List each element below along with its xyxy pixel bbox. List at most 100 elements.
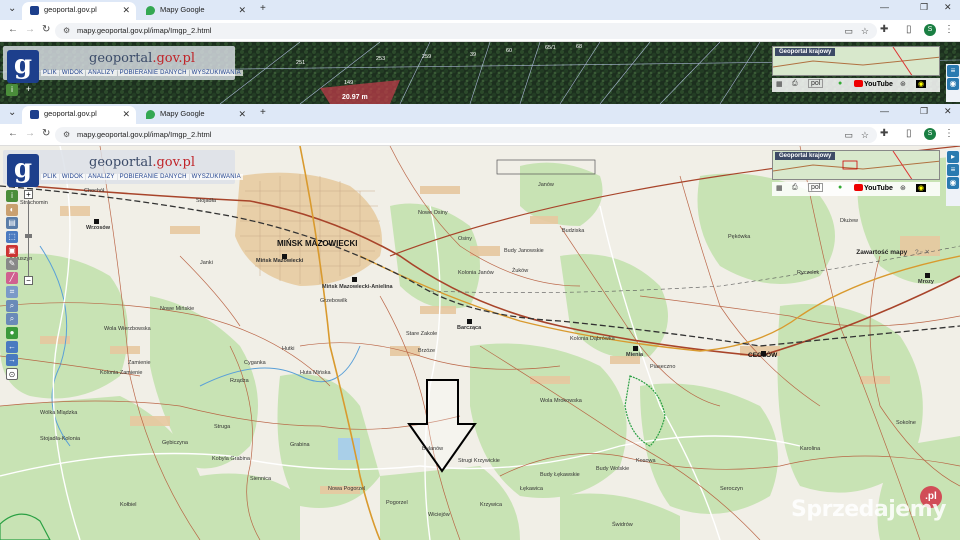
reload-icon[interactable]: ↻ [42, 24, 50, 35]
close-window-icon[interactable]: ✕ [944, 2, 952, 13]
zoom-in-icon[interactable]: + [24, 190, 33, 199]
language-select[interactable]: pol [808, 183, 824, 192]
back-icon[interactable]: ← [8, 128, 18, 139]
menu-plik[interactable]: PLIK [41, 174, 59, 180]
tab-google-maps[interactable]: Mapy Google ✕ [138, 106, 252, 124]
url-field[interactable]: ⚙ mapy.geoportal.gov.pl/imap/Imgp_2.html… [55, 23, 877, 39]
chrome-menu-icon[interactable]: ⋮ [944, 128, 954, 139]
profile-avatar[interactable]: S [924, 128, 936, 140]
ruler-icon[interactable]: ╱ [6, 272, 18, 285]
previous-view-icon[interactable]: ← [6, 340, 18, 353]
new-tab-button[interactable]: + [260, 107, 266, 118]
accessibility-icon[interactable]: ◉ [916, 184, 927, 192]
sidepanel-icon[interactable]: ▯ [906, 24, 912, 35]
site-info-icon[interactable]: ⚙ [63, 127, 70, 143]
close-tab-icon[interactable]: ✕ [238, 2, 246, 18]
tab-geoportal[interactable]: geoportal.gov.pl ✕ [22, 106, 136, 124]
menu-plik[interactable]: PLIK [41, 70, 59, 76]
close-window-icon[interactable]: ✕ [944, 106, 952, 117]
settings-icon[interactable]: ⊛ [900, 80, 906, 88]
accessibility-icon[interactable]: ◉ [916, 80, 927, 88]
grid-icon[interactable]: ▦ [776, 80, 783, 88]
menu-widok[interactable]: WIDOK [59, 70, 86, 76]
chrome-menu-icon[interactable]: ⋮ [944, 24, 954, 35]
place-label: Budziska [562, 228, 585, 234]
site-info-icon[interactable]: ⚙ [63, 23, 70, 39]
zoom-out-area-icon[interactable]: ⌕ [6, 313, 18, 326]
cast-icon[interactable]: ▭ [844, 127, 853, 143]
print-icon[interactable]: ⎙ [792, 184, 798, 192]
print-icon[interactable]: ⎙ [792, 80, 798, 88]
bookmark-star-icon[interactable]: ☆ [861, 127, 869, 143]
map-contents-header[interactable]: Zawartość mapy ? ▫ ✕ [856, 248, 930, 256]
menu-widok[interactable]: WIDOK [59, 174, 86, 180]
overview-map[interactable]: Geoportal krajowy [772, 150, 940, 180]
youtube-link[interactable]: YouTube [854, 184, 893, 192]
tab-search-button[interactable]: ⌄ [8, 107, 16, 118]
layers-icon[interactable]: ≡ [947, 164, 959, 176]
tab-search-button[interactable]: ⌄ [8, 3, 16, 14]
minimize-icon[interactable]: — [880, 2, 889, 12]
menu-wyszukiwania[interactable]: WYSZUKIWANIA [189, 70, 243, 76]
geoportal-logo[interactable]: g [7, 50, 39, 83]
eye-icon[interactable]: ◉ [947, 177, 959, 189]
reload-icon[interactable]: ↻ [42, 128, 50, 139]
map-canvas-top[interactable]: 251 253 259 39 60 65/1 68 149 20.97 m g … [0, 42, 960, 104]
zoom-slider[interactable]: + − [24, 190, 34, 286]
extensions-icon[interactable]: ✚ [880, 128, 888, 139]
eye-icon[interactable]: ◉ [947, 78, 959, 90]
close-tab-icon[interactable]: ✕ [238, 106, 246, 122]
zoom-area-icon[interactable]: ⌕ [6, 299, 18, 312]
youtube-link[interactable]: YouTube [854, 80, 893, 88]
select-area-icon[interactable]: ⬚ [6, 231, 18, 244]
info-icon[interactable]: i [6, 84, 18, 96]
coordinates-icon[interactable]: ⌗ [6, 285, 18, 298]
back-icon[interactable]: ← [8, 24, 18, 35]
minimize-icon[interactable]: — [880, 106, 889, 116]
info-icon[interactable]: i [6, 190, 18, 202]
draw-icon[interactable]: ✎ [6, 258, 18, 271]
sidepanel-icon[interactable]: ▯ [906, 128, 912, 139]
layers-icon[interactable]: ▤ [6, 217, 18, 230]
forward-icon[interactable]: → [25, 128, 35, 139]
bookmark-star-icon[interactable]: ☆ [861, 23, 869, 39]
close-tab-icon[interactable]: ✕ [122, 2, 130, 18]
measure-icon[interactable]: ◐ [6, 203, 18, 216]
tab-strip: ⌄ geoportal.gov.pl ✕ Mapy Google ✕ + — ❐… [0, 0, 960, 20]
restore-icon[interactable]: ❐ [920, 2, 928, 13]
zoom-out-icon[interactable]: − [24, 276, 33, 285]
next-view-icon[interactable]: → [6, 354, 18, 367]
grid-icon[interactable]: ▦ [776, 184, 783, 192]
url-field[interactable]: ⚙ mapy.geoportal.gov.pl/imap/Imgp_2.html… [55, 127, 877, 143]
menu-analizy[interactable]: ANALIZY [86, 174, 117, 180]
map-canvas[interactable]: MIŃSK MAZOWIECKI Mińsk Mazowiecki Mińsk … [0, 146, 960, 540]
tab-geoportal[interactable]: geoportal.gov.pl ✕ [22, 2, 136, 20]
extensions-icon[interactable]: ✚ [880, 24, 888, 35]
menu-pobieranie-danych[interactable]: POBIERANIE DANYCH [117, 174, 189, 180]
profile-avatar[interactable]: S [924, 24, 936, 36]
cast-icon[interactable]: ▭ [844, 23, 853, 39]
zoom-in-icon[interactable]: + [26, 84, 31, 94]
settings-icon[interactable]: ⊛ [900, 184, 906, 192]
panel-controls-icon[interactable]: ? ▫ ✕ [915, 249, 930, 256]
globe-icon[interactable]: ● [838, 80, 842, 87]
full-extent-icon[interactable]: ⊙ [6, 367, 18, 380]
expand-icon[interactable]: ▸ [947, 151, 959, 163]
menu-analizy[interactable]: ANALIZY [86, 70, 117, 76]
zoom-handle[interactable] [25, 234, 32, 238]
overview-map[interactable]: Geoportal krajowy [772, 46, 940, 76]
forward-icon[interactable]: → [25, 24, 35, 35]
new-tab-button[interactable]: + [260, 3, 266, 14]
tab-google-maps[interactable]: Mapy Google ✕ [138, 2, 252, 20]
globe-icon[interactable]: ● [6, 326, 18, 339]
language-select[interactable]: pol [808, 79, 824, 88]
menu-wyszukiwania[interactable]: WYSZUKIWANIA [189, 174, 243, 180]
layers-icon[interactable]: ≡ [947, 65, 959, 77]
print-area-icon[interactable]: ▣ [6, 244, 18, 257]
menu-pobieranie-danych[interactable]: POBIERANIE DANYCH [117, 70, 189, 76]
restore-icon[interactable]: ❐ [920, 106, 928, 117]
close-tab-icon[interactable]: ✕ [122, 106, 130, 122]
parcel-number: 253 [376, 56, 386, 62]
globe-icon[interactable]: ● [838, 184, 842, 191]
geoportal-logo[interactable]: g [7, 154, 39, 187]
